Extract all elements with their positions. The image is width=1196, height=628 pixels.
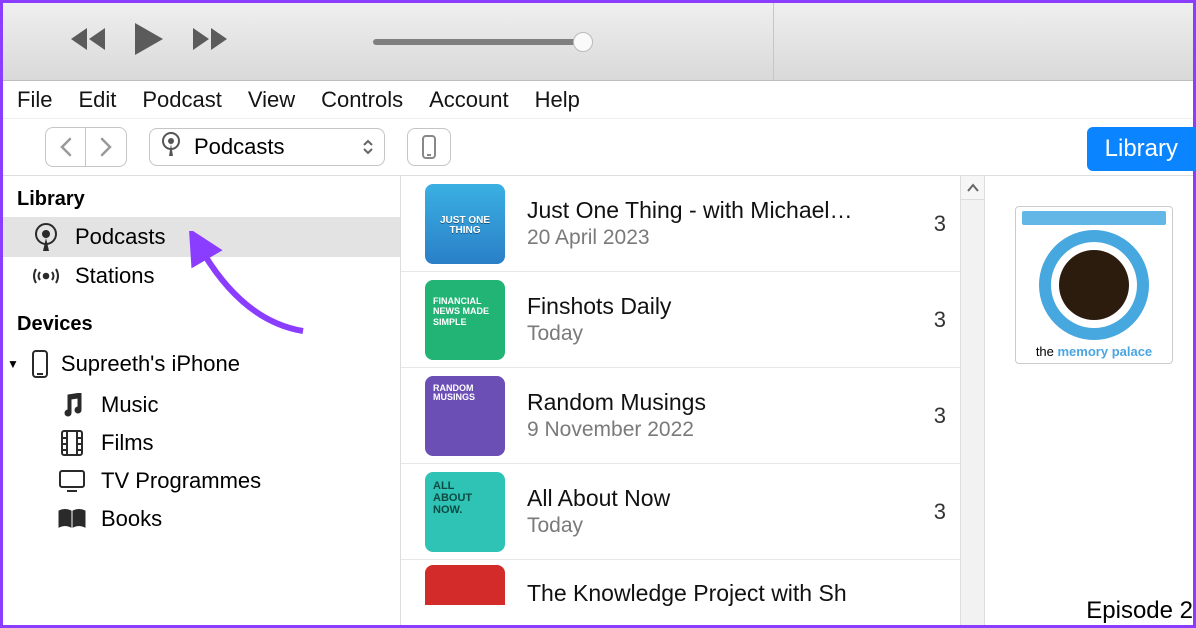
podcast-artwork [425, 280, 505, 360]
podcast-artwork [425, 184, 505, 264]
sidebar-item-label: Music [101, 392, 158, 418]
music-icon [57, 393, 87, 417]
episode-line: Episode 2 [1086, 597, 1193, 625]
progress-track[interactable] [373, 39, 583, 45]
sidebar-item-label: Films [101, 430, 154, 456]
content-area: Just One Thing - with Michael… 20 April … [401, 176, 1193, 625]
sidebar-item-label: Podcasts [75, 224, 166, 250]
episode-count: 3 [926, 499, 946, 525]
podcast-title: Finshots Daily [527, 293, 904, 320]
annotation-arrow [183, 231, 323, 341]
episode-count: 3 [926, 403, 946, 429]
podcast-artwork [425, 472, 505, 552]
sidebar-item-label: Stations [75, 263, 155, 289]
sidebar-item-music[interactable]: Music [3, 386, 400, 424]
sidebar: Library Podcasts [3, 176, 401, 625]
nav-forward-button[interactable] [86, 128, 126, 166]
episode-count: 3 [926, 211, 946, 237]
nav-button-group [45, 127, 127, 167]
podcast-title: All About Now [527, 485, 904, 512]
sidebar-item-films[interactable]: Films [3, 424, 400, 462]
podcast-subtitle: 9 November 2022 [527, 418, 904, 442]
sidebar-item-label: Books [101, 506, 162, 532]
podcast-artwork [425, 376, 505, 456]
books-icon [57, 509, 87, 529]
podcast-title: Random Musings [527, 389, 904, 416]
menu-edit[interactable]: Edit [78, 87, 116, 113]
sidebar-library-heading: Library [3, 184, 400, 217]
playback-header [3, 3, 1193, 81]
scrollbar[interactable] [961, 176, 985, 625]
play-icon[interactable] [135, 23, 163, 60]
section-picker-label: Podcasts [194, 134, 285, 160]
detail-artwork-caption: the memory palace [1036, 344, 1152, 359]
previous-track-icon[interactable] [71, 28, 105, 55]
detail-pane: the memory palace Episode 2 [985, 176, 1193, 625]
sidebar-item-books[interactable]: Books [3, 500, 400, 538]
up-down-icon [362, 139, 374, 155]
sidebar-device-label: Supreeth's iPhone [61, 351, 240, 377]
section-picker[interactable]: Podcasts [149, 128, 385, 166]
sidebar-item-label: TV Programmes [101, 468, 261, 494]
menu-podcast[interactable]: Podcast [142, 87, 222, 113]
next-track-icon[interactable] [193, 28, 227, 55]
sidebar-item-tv[interactable]: TV Programmes [3, 462, 400, 500]
podcast-subtitle: Today [527, 514, 904, 538]
toolbar: Podcasts Library [3, 119, 1193, 175]
header-divider [773, 3, 774, 80]
menu-account[interactable]: Account [429, 87, 509, 113]
podcast-icon [160, 132, 182, 162]
disclosure-triangle-icon[interactable]: ▼ [7, 357, 19, 371]
detail-artwork[interactable]: the memory palace [1015, 206, 1173, 364]
menu-file[interactable]: File [17, 87, 52, 113]
podcast-title: Just One Thing - with Michael… [527, 197, 904, 224]
podcast-row[interactable]: All About Now Today 3 [401, 464, 960, 560]
tv-icon [57, 470, 87, 492]
scroll-up-icon[interactable] [961, 176, 984, 200]
device-button[interactable] [407, 128, 451, 166]
iphone-icon [25, 350, 55, 378]
sidebar-device[interactable]: ▼ Supreeth's iPhone [3, 342, 400, 386]
app-menubar: File Edit Podcast View Controls Account … [3, 81, 1193, 119]
library-button[interactable]: Library [1087, 127, 1196, 171]
menu-help[interactable]: Help [535, 87, 580, 113]
podcast-row[interactable]: Finshots Daily Today 3 [401, 272, 960, 368]
podcast-title: The Knowledge Project with Sh [527, 580, 904, 607]
stations-icon [31, 266, 61, 286]
nav-back-button[interactable] [46, 128, 86, 166]
podcast-subtitle: 20 April 2023 [527, 226, 904, 250]
menu-controls[interactable]: Controls [321, 87, 403, 113]
podcast-subtitle: Today [527, 322, 904, 346]
podcast-artwork [425, 565, 505, 605]
episode-count: 3 [926, 307, 946, 333]
podcast-row[interactable]: Just One Thing - with Michael… 20 April … [401, 176, 960, 272]
podcast-list: Just One Thing - with Michael… 20 April … [401, 176, 961, 625]
progress-thumb[interactable] [573, 32, 593, 52]
menu-view[interactable]: View [248, 87, 295, 113]
podcast-row[interactable]: Random Musings 9 November 2022 3 [401, 368, 960, 464]
films-icon [57, 430, 87, 456]
podcast-icon [31, 223, 61, 251]
podcast-row[interactable]: The Knowledge Project with Sh [401, 560, 960, 610]
